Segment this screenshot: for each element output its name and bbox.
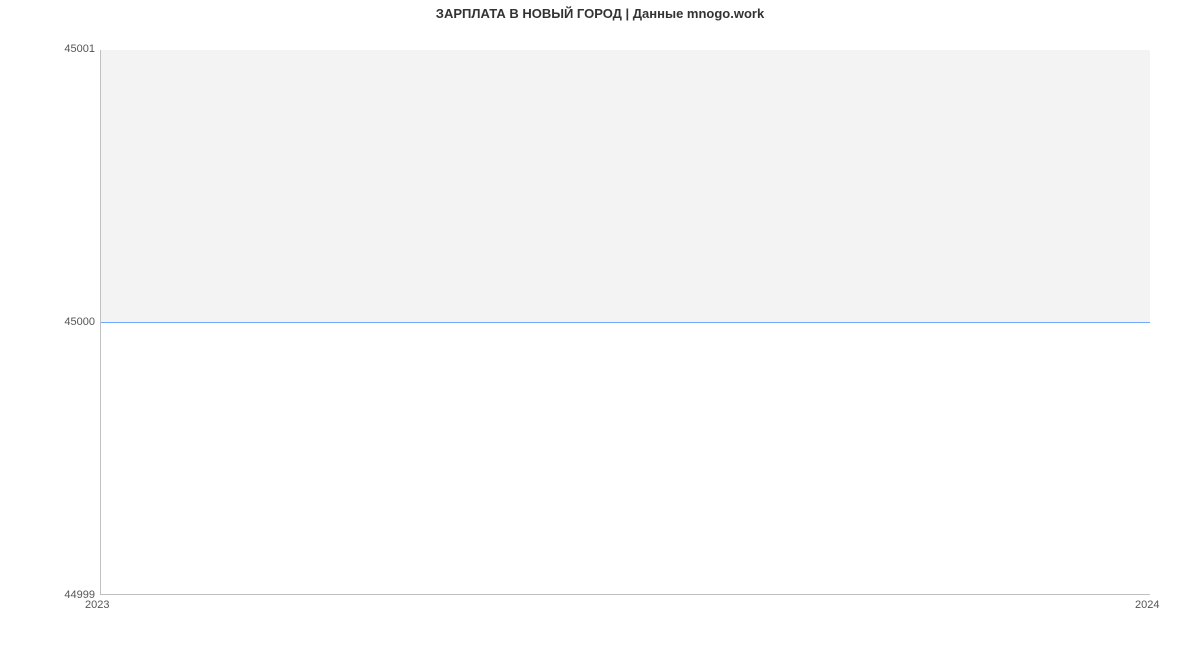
chart-container: ЗАРПЛАТА В НОВЫЙ ГОРОД | Данные mnogo.wo… [0,0,1200,650]
ytick-mid: 45000 [45,316,95,328]
xtick-left: 2023 [85,599,109,611]
data-line [101,322,1150,323]
chart-title: ЗАРПЛАТА В НОВЫЙ ГОРОД | Данные mnogo.wo… [0,6,1200,21]
plot-area [100,50,1150,595]
xtick-right: 2024 [1135,599,1159,611]
grid-band-top [101,50,1150,322]
ytick-top: 45001 [45,43,95,55]
